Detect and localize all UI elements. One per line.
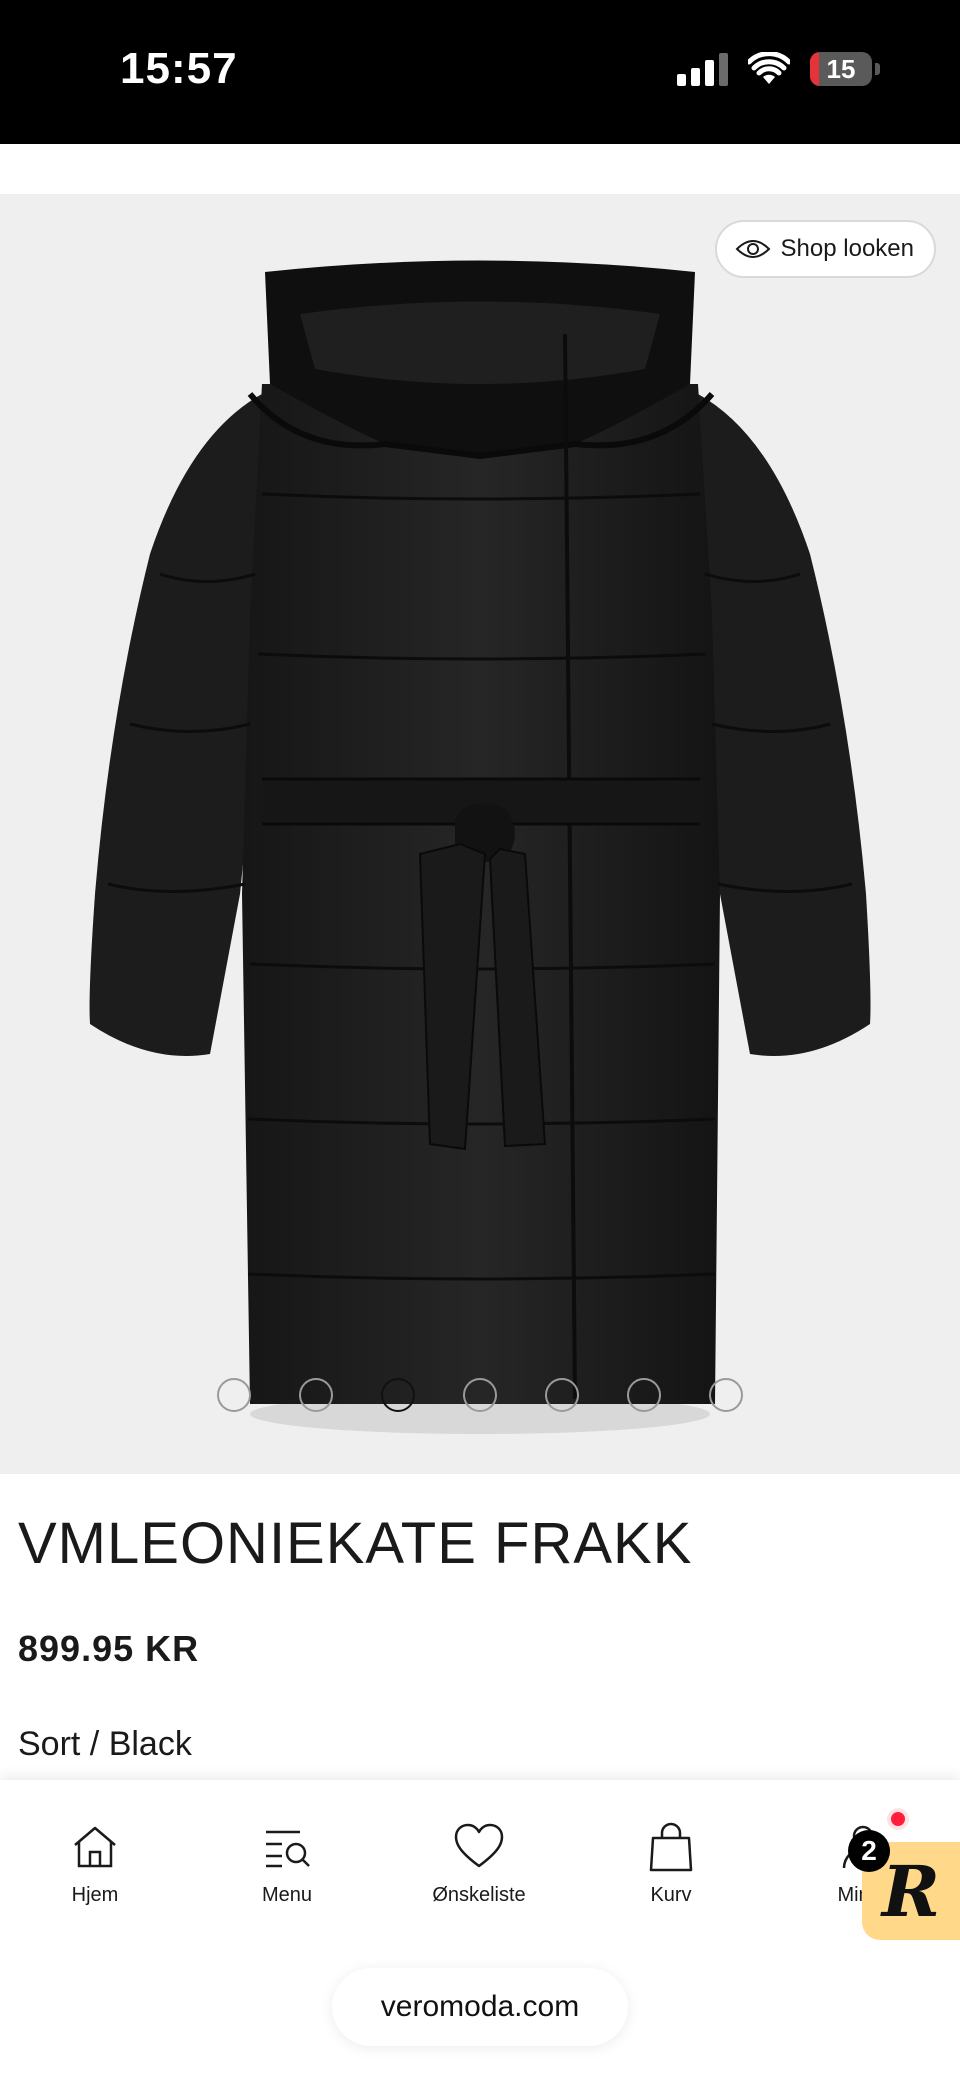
gallery-dot[interactable] bbox=[709, 1378, 743, 1412]
gallery-pagination bbox=[0, 1378, 960, 1412]
shop-look-button[interactable]: Shop looken bbox=[714, 220, 936, 278]
battery-icon: 15 bbox=[810, 52, 880, 86]
product-price: 899.95 KR bbox=[18, 1628, 200, 1669]
wifi-icon bbox=[748, 52, 790, 84]
nav-label-menu: Menu bbox=[261, 1884, 313, 1906]
nav-item-menu[interactable]: Menu bbox=[212, 1820, 362, 1907]
gallery-dot[interactable] bbox=[299, 1378, 333, 1412]
gallery-dot[interactable] bbox=[463, 1378, 497, 1412]
gallery-dot[interactable] bbox=[627, 1378, 661, 1412]
gallery-dot[interactable] bbox=[545, 1378, 579, 1412]
product-image bbox=[89, 260, 871, 1434]
status-time: 15:57 bbox=[120, 44, 238, 93]
nav-item-cart[interactable]: Kurv bbox=[596, 1820, 746, 1907]
shop-look-label: Shop looken bbox=[780, 235, 914, 262]
status-icons: 15 bbox=[677, 52, 880, 86]
battery-level-fill bbox=[810, 52, 820, 86]
browser-url-bar[interactable]: veromoda.com bbox=[332, 1968, 628, 2046]
status-bar: 15:57 15 bbox=[0, 0, 960, 144]
menu-search-icon bbox=[266, 1830, 310, 1868]
product-image-gallery[interactable]: Shop looken bbox=[0, 194, 960, 1474]
eye-icon bbox=[735, 240, 770, 258]
nav-item-wishlist[interactable]: Ønskeliste bbox=[404, 1820, 554, 1907]
rewards-logo: R bbox=[881, 1849, 941, 1933]
notification-dot bbox=[891, 1812, 905, 1826]
gallery-dot[interactable] bbox=[217, 1378, 251, 1412]
cellular-signal-icon bbox=[677, 52, 728, 86]
product-color[interactable]: Sort / Black bbox=[18, 1725, 192, 1764]
battery-percentage: 15 bbox=[826, 53, 856, 84]
bag-icon bbox=[649, 1822, 693, 1872]
gallery-dot[interactable] bbox=[381, 1378, 415, 1412]
nav-label-home: Hjem bbox=[71, 1884, 119, 1906]
home-icon bbox=[74, 1826, 116, 1868]
rewards-count-badge: 2 bbox=[848, 1830, 890, 1872]
product-title: VMLEONIEKATE FRAKK bbox=[18, 1511, 693, 1576]
heart-icon bbox=[454, 1823, 504, 1868]
nav-item-home[interactable]: Hjem bbox=[20, 1820, 170, 1907]
nav-label-cart: Kurv bbox=[650, 1884, 692, 1906]
nav-label-wishlist: Ønskeliste bbox=[432, 1884, 526, 1906]
